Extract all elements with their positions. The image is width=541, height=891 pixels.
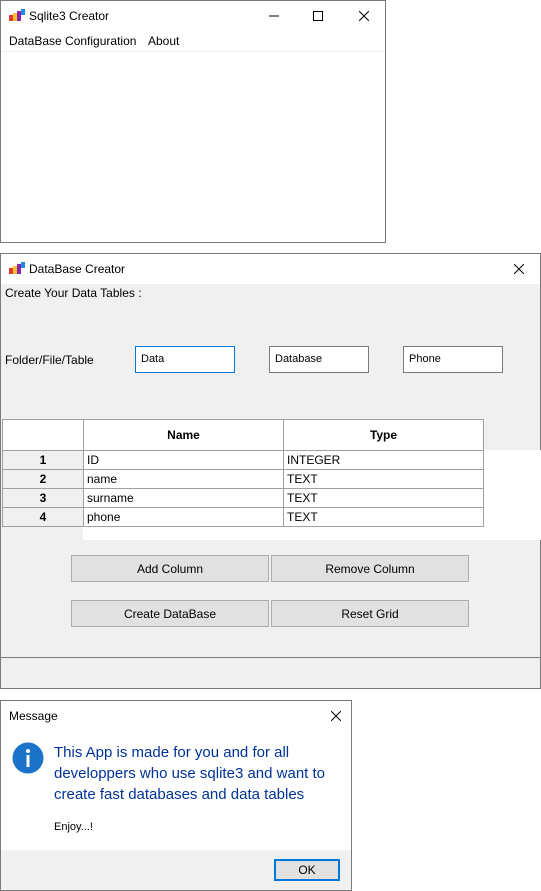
table-input[interactable] [403,346,503,373]
table-input-field[interactable] [404,347,503,369]
minimize-button[interactable] [251,1,296,31]
reset-grid-button[interactable]: Reset Grid [271,600,469,627]
grid-header-row: Name Type [2,419,484,451]
heading-label: Create Your Data Tables : [5,286,142,300]
close-icon [513,264,524,274]
row-header[interactable]: 1 [2,450,84,470]
close-icon [358,11,369,21]
grid-corner-header [2,419,84,451]
cell-type[interactable]: TEXT [283,507,484,527]
title-bar[interactable]: DataBase Creator [1,254,540,284]
menu-bar: DataBase Configuration About [1,31,385,52]
remove-column-button[interactable]: Remove Column [271,555,469,582]
title-bar[interactable]: Message [1,701,351,731]
maximize-icon [312,11,323,21]
row-header[interactable]: 3 [2,488,84,508]
status-bar [1,657,540,688]
database-creator-window: DataBase Creator Create Your Data Tables… [0,253,541,689]
add-column-button[interactable]: Add Column [71,555,269,582]
file-input-field[interactable] [270,347,369,369]
message-subtext: Enjoy...! [54,821,93,833]
table-row[interactable]: 2 name TEXT [2,469,484,489]
cell-type[interactable]: INTEGER [283,450,484,470]
folder-input[interactable] [135,346,235,373]
table-row[interactable]: 1 ID INTEGER [2,450,484,470]
folder-input-field[interactable] [136,347,235,369]
close-button[interactable] [496,254,541,284]
cell-name[interactable]: ID [83,450,284,470]
grid-header-name[interactable]: Name [83,419,284,451]
menu-about[interactable]: About [148,34,179,48]
create-database-button[interactable]: Create DataBase [71,600,269,627]
close-button[interactable] [341,1,386,31]
table-row[interactable]: 3 surname TEXT [2,488,484,508]
cell-type[interactable]: TEXT [283,469,484,489]
cell-name[interactable]: phone [83,507,284,527]
app-icon [9,262,25,276]
row-header[interactable]: 4 [2,507,84,527]
grid-header-type[interactable]: Type [283,419,484,451]
close-button[interactable] [313,701,358,731]
window-title: Sqlite3 Creator [29,9,110,23]
title-bar[interactable]: Sqlite3 Creator [1,1,385,31]
close-icon [330,711,341,721]
message-text: This App is made for you and for all dev… [54,744,326,803]
menu-database-configuration[interactable]: DataBase Configuration [9,34,136,48]
cell-name[interactable]: name [83,469,284,489]
dialog-footer: OK [1,850,351,890]
minimize-icon [268,15,279,17]
file-input[interactable] [269,346,369,373]
row-header[interactable]: 2 [2,469,84,489]
window-title: DataBase Creator [29,262,126,276]
message-dialog: Message This App is made for you and for… [0,700,352,891]
table-row[interactable]: 4 phone TEXT [2,507,484,527]
ok-button[interactable]: OK [274,859,340,881]
creator-client-area: Create Your Data Tables : Folder/File/Ta… [1,284,541,688]
info-icon [12,742,44,777]
maximize-button[interactable] [295,1,340,31]
folder-file-table-label: Folder/File/Table [5,353,94,367]
cell-name[interactable]: surname [83,488,284,508]
cell-type[interactable]: TEXT [283,488,484,508]
main-window: Sqlite3 Creator DataBase Configuration A… [0,0,386,243]
dialog-title: Message [9,709,58,723]
app-icon [9,9,25,23]
columns-grid[interactable]: Name Type 1 ID INTEGER 2 name TEXT 3 sur… [2,419,484,527]
